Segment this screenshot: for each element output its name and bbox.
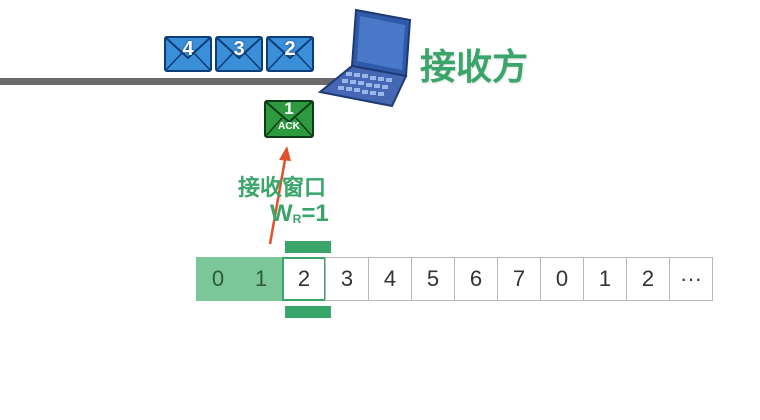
packet-3: 3 xyxy=(215,36,263,72)
window-top-bar xyxy=(285,241,331,253)
transmission-line xyxy=(0,78,340,85)
packet-number: 4 xyxy=(182,38,194,60)
receiver-label: 接收方 xyxy=(420,47,529,88)
ack-label: ACK xyxy=(278,121,300,132)
sequence-cell: 2 xyxy=(626,257,670,301)
packet-number: 2 xyxy=(284,38,296,60)
sequence-cell: 2 xyxy=(282,257,326,301)
window-size-label: WR=1 xyxy=(270,200,329,228)
window-eq-suffix: =1 xyxy=(301,200,329,227)
sequence-cell: 0 xyxy=(540,257,584,301)
window-bottom-bar xyxy=(285,306,331,318)
window-eq-prefix: W xyxy=(270,200,293,227)
sequence-row: 0 1 2 3 4 5 6 7 0 1 2 ··· xyxy=(196,257,713,301)
sequence-cell: 5 xyxy=(411,257,455,301)
sequence-cell: ··· xyxy=(669,257,713,301)
sequence-cell: 3 xyxy=(325,257,369,301)
packet-number: 3 xyxy=(233,38,245,60)
packet-2: 2 xyxy=(266,36,314,72)
sequence-cell: 1 xyxy=(239,257,283,301)
sequence-cell: 6 xyxy=(454,257,498,301)
sequence-cell: 4 xyxy=(368,257,412,301)
packet-4: 4 xyxy=(164,36,212,72)
ack-number: 1 xyxy=(284,99,294,118)
ack-packet: 1 ACK xyxy=(264,99,314,138)
window-title: 接收窗口 xyxy=(238,176,327,201)
laptop-icon xyxy=(317,6,414,108)
sequence-cell: 1 xyxy=(583,257,627,301)
sequence-cell: 7 xyxy=(497,257,541,301)
sequence-cell: 0 xyxy=(196,257,240,301)
